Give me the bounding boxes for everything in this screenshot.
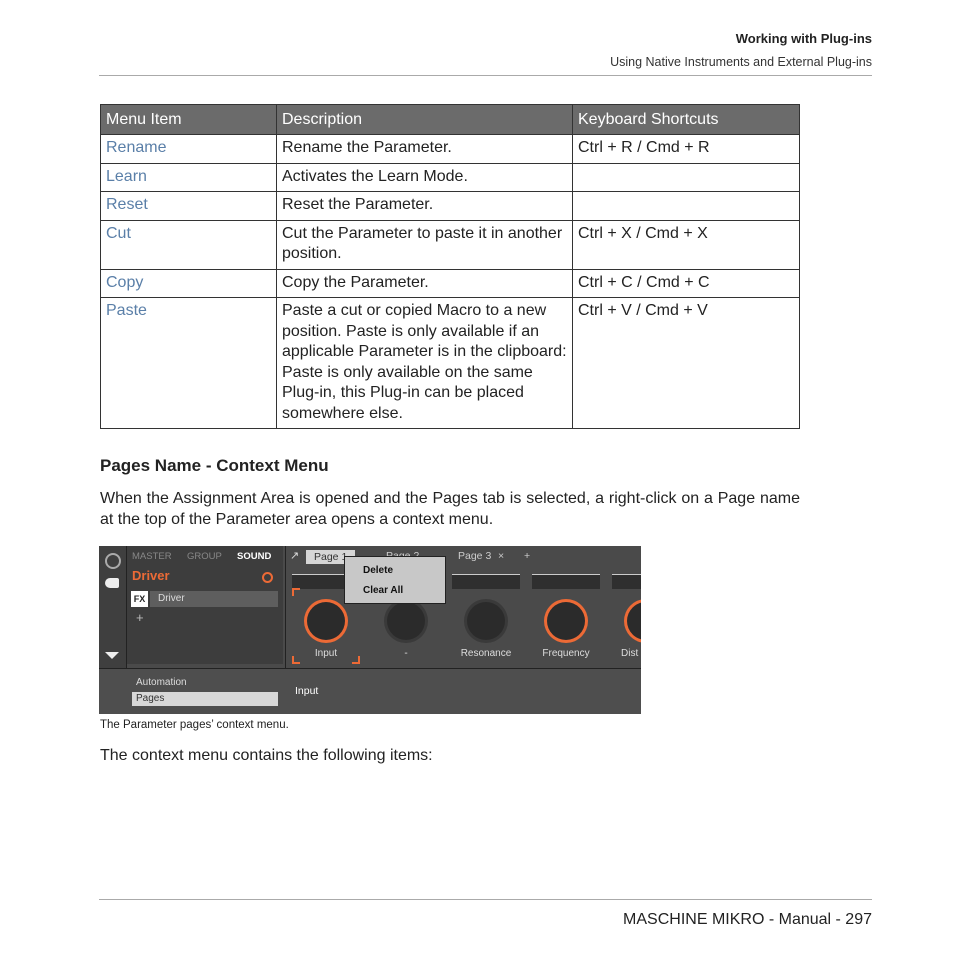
table-row: Reset Reset the Parameter.: [100, 191, 800, 221]
table-row: Learn Activates the Learn Mode.: [100, 162, 800, 192]
shortcut-cell: Ctrl + R / Cmd + R: [572, 134, 800, 164]
plugin-slot: FX Driver: [131, 591, 279, 607]
description-cell: Reset the Parameter.: [276, 191, 573, 221]
menu-items-table: Menu Item Description Keyboard Shortcuts…: [100, 104, 800, 429]
description-cell: Copy the Parameter.: [276, 268, 573, 298]
knob-label: Dist: [621, 648, 639, 659]
parameter-area: ↗ Page 1 Page 2 Page 3 × + Input - Reson…: [285, 546, 641, 668]
shortcut-cell: Ctrl + V / Cmd + V: [572, 297, 800, 429]
knob-resonance[interactable]: [467, 602, 505, 640]
instrument-name: Driver: [132, 568, 170, 583]
context-menu-delete[interactable]: Delete: [363, 565, 393, 576]
table-row: Paste Paste a cut or copied Macro to a ne…: [100, 297, 800, 429]
focus-corner: [292, 588, 300, 596]
tab-sound[interactable]: SOUND: [237, 551, 271, 562]
tab-master[interactable]: MASTER: [132, 551, 172, 562]
knob-frequency[interactable]: [547, 602, 585, 640]
add-plugin-button[interactable]: +: [136, 610, 144, 625]
description-cell: Cut the Parameter to paste it in another…: [276, 219, 573, 270]
context-menu-clear-all[interactable]: Clear All: [363, 585, 403, 596]
table-row: Cut Cut the Parameter to paste it in anot…: [100, 219, 800, 270]
shortcut-cell: Ctrl + X / Cmd + X: [572, 219, 800, 270]
plugin-selector[interactable]: Driver: [150, 591, 278, 607]
knob-icon[interactable]: [105, 553, 121, 569]
menu-item-link[interactable]: Paste: [100, 297, 277, 429]
icon-column: [99, 546, 127, 668]
column-header: Keyboard Shortcuts: [572, 104, 800, 135]
menu-item-link[interactable]: Copy: [100, 268, 277, 298]
knob-label: -: [404, 648, 408, 659]
shortcut-cell: [572, 162, 800, 192]
description-cell: Activates the Learn Mode.: [276, 162, 573, 192]
knob-label: Resonance: [460, 648, 512, 659]
menu-item-link[interactable]: Reset: [100, 191, 277, 221]
context-menu: Delete Clear All: [344, 556, 446, 604]
footer-rule: [99, 899, 872, 900]
param-name: Input: [295, 685, 319, 697]
menu-item-link[interactable]: Cut: [100, 219, 277, 270]
column-header: Description: [276, 104, 573, 135]
description-cell: Rename the Parameter.: [276, 134, 573, 164]
description-cell: Paste a cut or copied Macro to a new pos…: [276, 297, 573, 429]
knob-input[interactable]: [307, 602, 345, 640]
fx-badge: FX: [131, 591, 148, 607]
expand-icon[interactable]: ↗: [290, 549, 299, 562]
pages-item[interactable]: Pages: [132, 692, 278, 706]
header-rule: [99, 75, 872, 76]
knob-label: Frequency: [542, 648, 590, 659]
manual-page: Working with Plug-ins Using Native Instr…: [0, 0, 954, 954]
automation-label[interactable]: Automation: [136, 677, 187, 688]
add-page-button[interactable]: +: [524, 550, 530, 562]
param-slot: [612, 574, 641, 589]
shortcut-cell: Ctrl + C / Cmd + C: [572, 268, 800, 298]
table-header-row: Menu Item Description Keyboard Shortcuts: [100, 104, 800, 135]
shortcut-cell: [572, 191, 800, 221]
collapse-arrow-icon[interactable]: [105, 652, 119, 659]
page-tab-3[interactable]: Page 3: [458, 550, 491, 562]
table-row: Rename Rename the Parameter. Ctrl + R / Cm…: [100, 134, 800, 164]
module-browser: MASTER GROUP SOUND Driver FX Driver +: [127, 546, 283, 664]
knob-empty[interactable]: [387, 602, 425, 640]
chapter-title: Working with Plug-ins: [735, 31, 872, 46]
figure-caption: The Parameter pages’ context menu.: [100, 719, 289, 731]
param-slot: [452, 574, 520, 589]
knob-label: Input: [314, 648, 338, 659]
assignment-bar: Automation Input: [99, 668, 641, 714]
menu-item-link[interactable]: Learn: [100, 162, 277, 192]
outro-paragraph: The context menu contains the following …: [100, 747, 433, 764]
tab-group[interactable]: GROUP: [187, 551, 222, 562]
search-icon[interactable]: [262, 572, 273, 583]
plug-icon[interactable]: [105, 578, 119, 588]
section-subtitle: Using Native Instruments and External Pl…: [610, 55, 872, 69]
ui-screenshot: MASTER GROUP SOUND Driver FX Driver + ↗ …: [99, 546, 641, 714]
section-heading: Pages Name - Context Menu: [100, 456, 329, 475]
column-header: Menu Item: [100, 104, 277, 135]
page-footer: MASCHINE MIKRO - Manual - 297: [623, 911, 872, 928]
table-row: Copy Copy the Parameter. Ctrl + C / Cmd + …: [100, 268, 800, 298]
knob-dist[interactable]: [627, 602, 641, 640]
close-page-icon[interactable]: ×: [498, 550, 504, 562]
param-slot: [532, 574, 600, 589]
menu-item-link[interactable]: Rename: [100, 134, 277, 164]
intro-paragraph: When the Assignment Area is opened and t…: [100, 490, 800, 528]
